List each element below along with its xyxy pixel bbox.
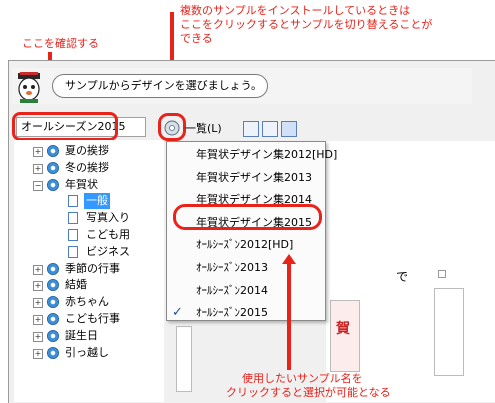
- mascot-icon: [18, 72, 40, 103]
- tree-item-label: 冬の挨拶: [65, 161, 109, 174]
- disc-folder-icon: [47, 263, 59, 275]
- expand-icon[interactable]: +: [33, 349, 43, 359]
- tree-item-label: 誕生日: [65, 329, 98, 342]
- document-icon: [68, 212, 78, 224]
- disc-folder-icon: [47, 296, 59, 308]
- tree-item-label: ビジネス: [86, 245, 130, 258]
- preview-side-char: で: [396, 270, 409, 284]
- tree-item-label: 写真入り: [86, 211, 130, 224]
- highlight-menu-item: [173, 204, 322, 230]
- menu-item[interactable]: ｵｰﾙｼｰｽﾞﾝ2014: [196, 281, 268, 301]
- list-label[interactable]: 一覧(L): [185, 121, 222, 137]
- document-icon: [68, 195, 78, 207]
- expand-icon[interactable]: +: [33, 315, 43, 325]
- annotation-switch-line-2: ここをクリックするとサンプルを切り替えることが: [180, 18, 433, 31]
- menu-item[interactable]: ｵｰﾙｼｰｽﾞﾝ2015: [196, 303, 268, 323]
- preview-marker: [438, 270, 446, 278]
- expand-icon[interactable]: +: [33, 164, 43, 174]
- document-icon: [68, 246, 78, 258]
- expand-icon[interactable]: +: [33, 147, 43, 157]
- tree-item-label: こども用: [86, 228, 130, 241]
- arrow-to-menu: [287, 262, 291, 370]
- menu-item[interactable]: 年賀状デザイン集2013: [196, 168, 312, 188]
- menu-item[interactable]: ｵｰﾙｼｰｽﾞﾝ2013: [196, 258, 268, 278]
- expand-icon[interactable]: +: [33, 298, 43, 308]
- tree-item-label: 引っ越し: [65, 346, 109, 359]
- check-icon: ✓: [172, 305, 183, 320]
- preview-thumb-partial: [176, 326, 192, 392]
- expand-icon[interactable]: +: [33, 332, 43, 342]
- annotation-click-line-2: クリックすると選択が可能となる: [226, 386, 391, 399]
- annotation-switch-line-1: 複数のサンプルをインストールしているときは: [180, 4, 411, 17]
- tree-item-label: 結婚: [65, 278, 87, 291]
- tree-item-label: 季節の行事: [65, 262, 120, 275]
- document-icon: [68, 229, 78, 241]
- annotation-click-line-1: 使用したいサンプル名を: [242, 372, 363, 385]
- preview-thumb-right[interactable]: [434, 288, 464, 376]
- annotation-switch-line-3: できる: [180, 32, 213, 45]
- tree-item-label: 夏の挨拶: [65, 144, 109, 157]
- expand-icon[interactable]: +: [33, 281, 43, 291]
- tree-item-label: 赤ちゃん: [65, 295, 109, 308]
- disc-folder-icon: [47, 330, 59, 342]
- view-large-button[interactable]: [281, 121, 297, 137]
- banner-message: サンプルからデザインを選びましょう。: [52, 74, 268, 98]
- view-small-button[interactable]: [243, 121, 259, 137]
- disc-folder-icon: [47, 145, 59, 157]
- collapse-icon[interactable]: −: [33, 181, 43, 191]
- expand-icon[interactable]: +: [33, 265, 43, 275]
- highlight-cd-button: [158, 113, 186, 141]
- highlight-combo: [12, 112, 118, 141]
- disc-folder-icon: [47, 179, 59, 191]
- arrow-head-menu: [282, 254, 296, 264]
- disc-folder-icon: [47, 279, 59, 291]
- tree-item-label: こども行事: [65, 312, 120, 325]
- tree-item-label: 年賀状: [65, 178, 98, 191]
- disc-folder-icon: [47, 313, 59, 325]
- disc-folder-icon: [47, 347, 59, 359]
- menu-item[interactable]: ｵｰﾙｼｰｽﾞﾝ2012[HD]: [196, 235, 293, 255]
- view-medium-button[interactable]: [262, 121, 278, 137]
- disc-folder-icon: [47, 162, 59, 174]
- annotation-check-here: ここを確認する: [22, 37, 99, 50]
- preview-thumb-char: 賀: [336, 321, 350, 337]
- tree-item-label: 一般: [84, 193, 110, 209]
- menu-item[interactable]: 年賀状デザイン集2012[HD]: [196, 145, 337, 165]
